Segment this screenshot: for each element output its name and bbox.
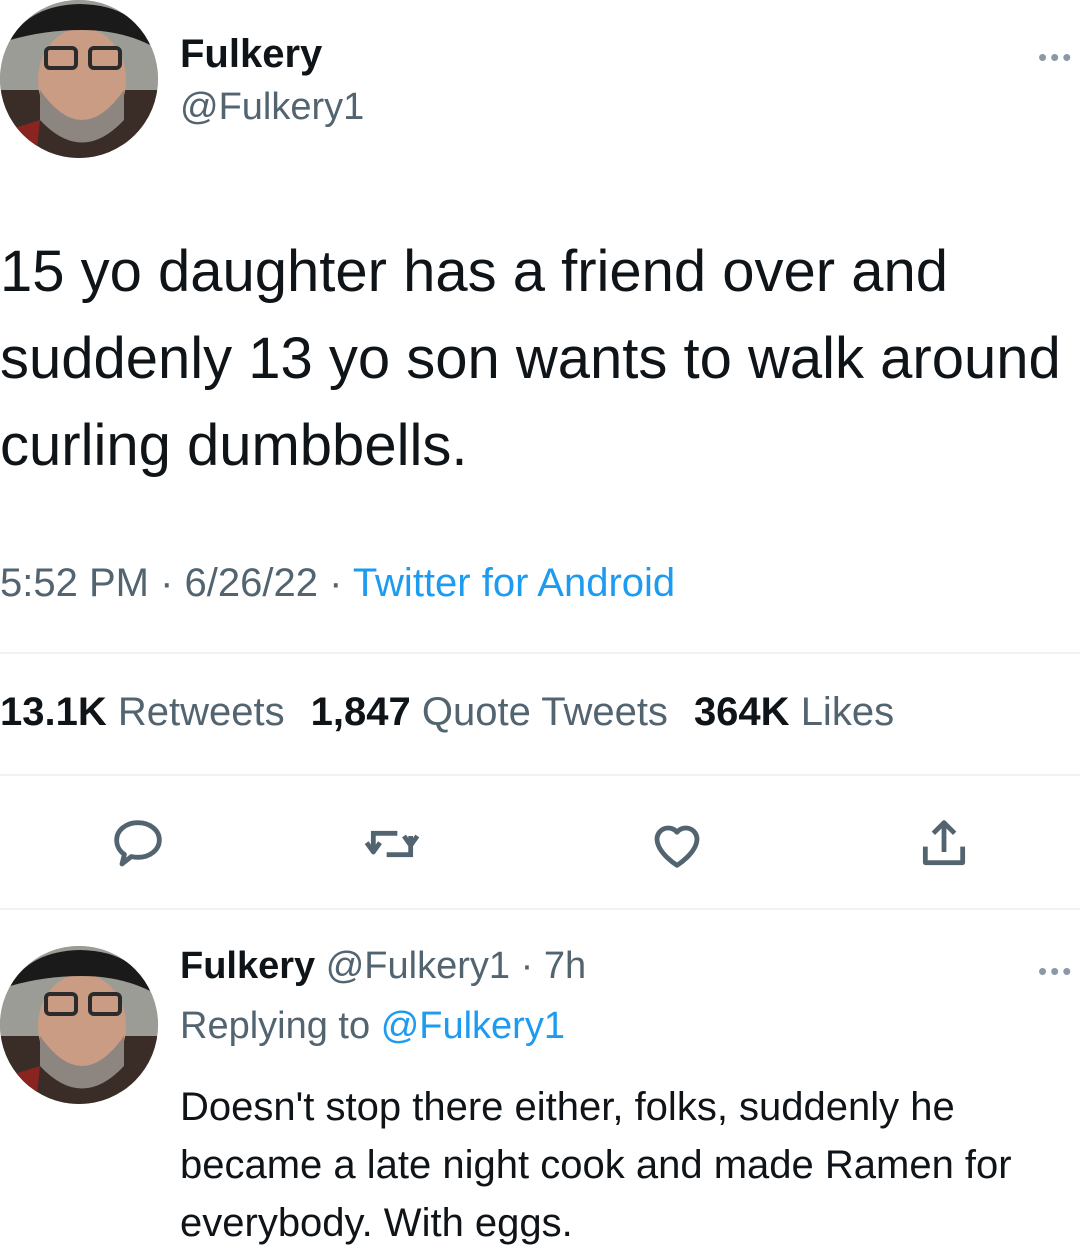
retweet-icon bbox=[364, 830, 420, 858]
divider bbox=[0, 908, 1080, 910]
quotes-label: Quote Tweets bbox=[421, 690, 668, 734]
reply-author-handle[interactable]: @Fulkery1 bbox=[326, 945, 510, 987]
divider bbox=[0, 652, 1080, 654]
avatar-image bbox=[0, 0, 158, 158]
author-name[interactable]: Fulkery bbox=[180, 32, 322, 77]
reply-button[interactable] bbox=[98, 804, 178, 884]
quotes-count: 1,847 bbox=[310, 690, 411, 734]
tweet-source[interactable]: Twitter for Android bbox=[353, 561, 675, 605]
author-avatar[interactable] bbox=[0, 0, 158, 158]
reply-age[interactable]: 7h bbox=[544, 945, 586, 987]
reply-author-name[interactable]: Fulkery bbox=[180, 945, 315, 987]
retweet-button[interactable] bbox=[352, 804, 432, 884]
like-button[interactable] bbox=[637, 804, 717, 884]
retweets-stat[interactable]: 13.1K Retweets bbox=[0, 690, 285, 734]
meta-separator: · bbox=[148, 561, 185, 605]
share-button[interactable] bbox=[904, 804, 984, 884]
replying-to: Replying to @Fulkery1 bbox=[180, 1005, 565, 1048]
tweet-meta: 5:52 PM · 6/26/22 · Twitter for Android bbox=[0, 561, 675, 606]
reply-header: Fulkery @Fulkery1 · 7h bbox=[180, 945, 586, 988]
meta-separator: · bbox=[317, 561, 353, 605]
replying-mention[interactable]: @Fulkery1 bbox=[381, 1005, 565, 1047]
retweets-label: Retweets bbox=[117, 690, 285, 734]
more-horizontal-icon[interactable]: ••• bbox=[1038, 958, 1074, 984]
author-handle[interactable]: @Fulkery1 bbox=[180, 86, 364, 129]
divider bbox=[0, 774, 1080, 776]
likes-count: 364K bbox=[693, 690, 790, 734]
replying-prefix: Replying to bbox=[180, 1005, 371, 1047]
more-horizontal-icon[interactable]: ••• bbox=[1038, 44, 1074, 70]
heart-icon bbox=[654, 825, 700, 868]
tweet-time[interactable]: 5:52 PM bbox=[0, 561, 149, 605]
tweet-stats: 13.1K Retweets 1,847 Quote Tweets 364K Lik… bbox=[0, 690, 894, 735]
retweets-count: 13.1K bbox=[0, 690, 107, 734]
likes-stat[interactable]: 364K Likes bbox=[694, 690, 894, 734]
reply-icon bbox=[114, 820, 162, 867]
tweet-text: 15 yo daughter has a friend over and sud… bbox=[0, 239, 1061, 478]
quote-tweets-stat[interactable]: 1,847 Quote Tweets bbox=[311, 690, 668, 734]
tweet-date[interactable]: 6/26/22 bbox=[185, 561, 318, 605]
reply-author-avatar[interactable] bbox=[0, 946, 158, 1104]
share-icon bbox=[922, 820, 966, 866]
likes-label: Likes bbox=[800, 690, 895, 734]
header-separator: · bbox=[510, 945, 544, 987]
reply-text: Doesn't stop there either, folks, sudden… bbox=[180, 1085, 1012, 1245]
avatar-image bbox=[0, 946, 158, 1104]
